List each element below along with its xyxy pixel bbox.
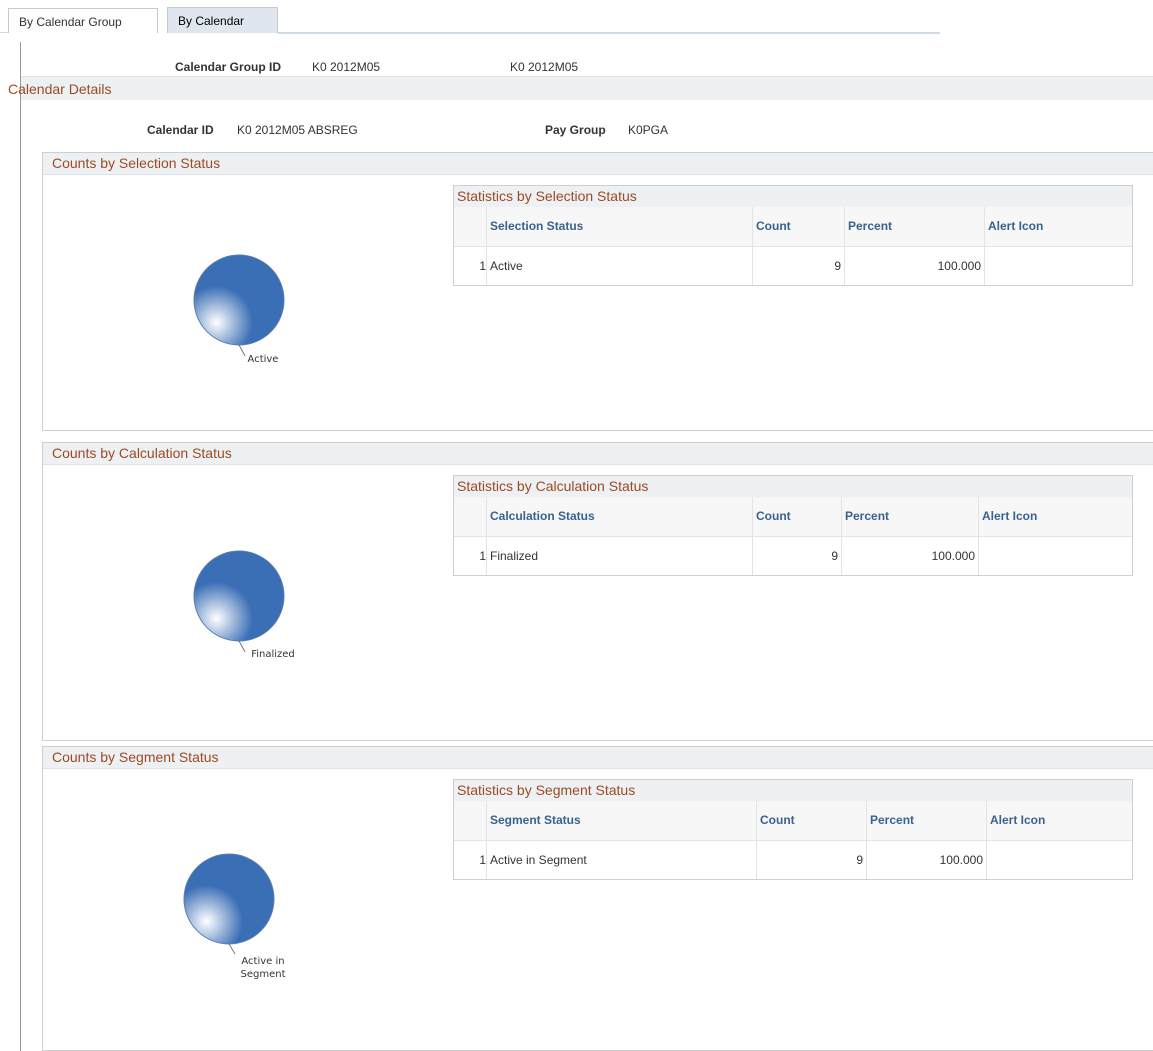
cell-count: 9 — [752, 537, 841, 575]
column-header-percent[interactable]: Percent — [844, 207, 984, 246]
column-header-count[interactable]: Count — [752, 497, 841, 536]
column-header-percent[interactable]: Percent — [866, 801, 986, 840]
column-header-alert-icon[interactable]: Alert Icon — [984, 207, 1132, 246]
column-header-alert-icon[interactable]: Alert Icon — [986, 801, 1132, 840]
pie-slice-active-in-segment — [183, 853, 275, 945]
row-number: 1 — [479, 549, 486, 563]
tab-divider — [278, 32, 940, 34]
calendar-details-heading: Calendar Details — [8, 76, 1153, 100]
pie-slice-finalized — [193, 550, 285, 642]
tab-label: By Calendar Group — [19, 15, 122, 29]
cell-percent: 100.000 — [866, 841, 986, 879]
grid-header-row: Segment Status Count Percent Alert Icon — [454, 801, 1132, 840]
calendar-group-id-value: K0 2012M05 — [312, 60, 381, 74]
section-heading: Counts by Selection Status — [43, 153, 1153, 175]
section-heading: Counts by Calculation Status — [43, 443, 1153, 465]
grid-title: Statistics by Selection Status — [454, 186, 1132, 207]
pie-label: Finalized — [251, 649, 295, 660]
row-number: 1 — [479, 259, 486, 273]
grid-header-row: Selection Status Count Percent Alert Ico… — [454, 207, 1132, 246]
table-row: 1 Finalized 9 100.000 — [454, 536, 1132, 575]
pay-group-value: K0PGA — [628, 123, 669, 137]
cell-percent: 100.000 — [841, 537, 978, 575]
section-heading: Counts by Segment Status — [43, 747, 1153, 769]
section-segment-status: Counts by Segment Status Active in Segme… — [42, 746, 1153, 1051]
cell-count: 9 — [752, 247, 844, 285]
page-left-border — [20, 42, 21, 1051]
tab-label: By Calendar — [178, 14, 245, 28]
column-header-status[interactable]: Selection Status — [486, 207, 752, 246]
cell-alert-icon — [986, 841, 1132, 879]
calendar-group-id-label: Calendar Group ID — [175, 60, 282, 74]
calendar-id-value: K0 2012M05 ABSREG — [237, 123, 358, 137]
pie-chart-segment — [183, 853, 275, 955]
cell-alert-icon — [978, 537, 1132, 575]
pay-group-label: Pay Group — [545, 123, 606, 137]
column-header-percent[interactable]: Percent — [841, 497, 978, 536]
cell-percent: 100.000 — [844, 247, 984, 285]
column-header-alert-icon[interactable]: Alert Icon — [978, 497, 1132, 536]
tab-by-calendar[interactable]: By Calendar — [167, 7, 278, 33]
section-selection-status: Counts by Selection Status Active Statis… — [42, 152, 1153, 431]
cell-status: Finalized — [486, 537, 752, 575]
cell-count: 9 — [756, 841, 866, 879]
calendar-group-description: K0 2012M05 — [510, 60, 579, 74]
pie-label: Active in — [241, 956, 285, 967]
grid-segment-status: Statistics by Segment Status Segment Sta… — [453, 779, 1133, 880]
row-number: 1 — [479, 853, 486, 867]
calendar-id-label: Calendar ID — [147, 123, 214, 137]
pie-label: Segment — [240, 969, 286, 980]
pie-label-leader — [228, 943, 236, 955]
tab-by-calendar-group[interactable]: By Calendar Group — [8, 8, 158, 33]
grid-title: Statistics by Segment Status — [454, 780, 1132, 801]
column-header-count[interactable]: Count — [752, 207, 844, 246]
tab-bar: By Calendar Group By Calendar — [0, 0, 1153, 36]
grid-calculation-status: Statistics by Calculation Status Calcula… — [453, 475, 1133, 576]
section-calculation-status: Counts by Calculation Status Finalized S… — [42, 442, 1153, 741]
cell-status: Active in Segment — [486, 841, 756, 879]
column-header-status[interactable]: Segment Status — [486, 801, 756, 840]
grid-title: Statistics by Calculation Status — [454, 476, 1132, 497]
tab-divider — [0, 32, 8, 33]
cell-alert-icon — [984, 247, 1132, 285]
pie-label: Active — [247, 354, 279, 365]
cell-status: Active — [486, 247, 752, 285]
grid-selection-status: Statistics by Selection Status Selection… — [453, 185, 1133, 286]
pie-slice-active — [193, 254, 285, 346]
table-row: 1 Active 9 100.000 — [454, 246, 1132, 285]
column-header-count[interactable]: Count — [756, 801, 866, 840]
column-header-status[interactable]: Calculation Status — [486, 497, 752, 536]
table-row: 1 Active in Segment 9 100.000 — [454, 840, 1132, 879]
grid-header-row: Calculation Status Count Percent Alert I… — [454, 497, 1132, 536]
